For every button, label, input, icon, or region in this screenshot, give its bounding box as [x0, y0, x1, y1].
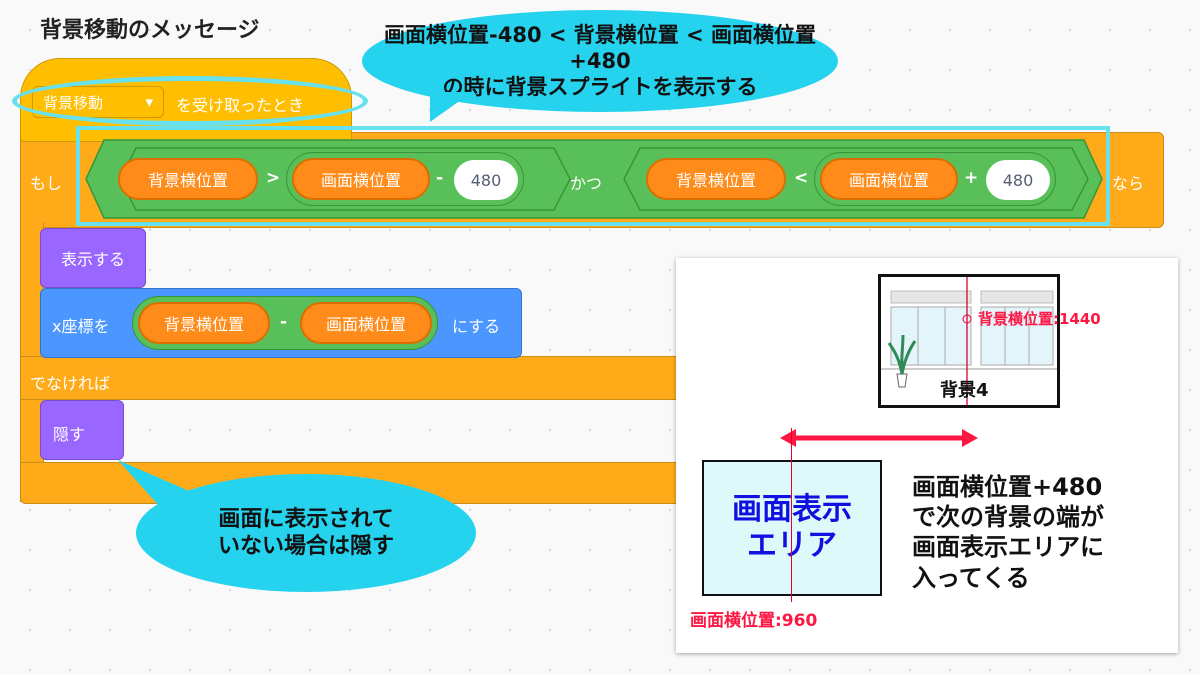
lt-operator: <	[794, 168, 809, 188]
and-label: かつ	[570, 174, 603, 193]
screen-x-reporter-3[interactable]: 画面横位置	[300, 302, 432, 344]
offset-arrow	[780, 429, 978, 447]
explanation-text: 画面横位置+480 で次の背景の端が 画面表示エリアに 入ってくる	[912, 472, 1104, 593]
explanation-line-3: 画面表示エリアに	[912, 533, 1104, 562]
background-label: 背景4	[940, 380, 989, 401]
screen-position-label: 画面横位置:960	[690, 611, 818, 631]
background-position-label: 背景横位置:1440	[978, 310, 1101, 328]
plus-operator: +	[964, 168, 979, 188]
hide-block[interactable]: 隠す	[40, 400, 124, 460]
bottom-callout-line-2: いない場合は隠す	[217, 534, 394, 559]
minus-operator-2: -	[280, 312, 288, 332]
page-title: 背景移動のメッセージ	[40, 18, 260, 43]
else-label: でなければ	[30, 374, 111, 393]
show-block[interactable]: 表示する	[40, 228, 146, 288]
bottom-callout-line-1: 画面に表示されて	[218, 506, 394, 532]
gt-operator: >	[266, 168, 281, 188]
callout-line-2: の時に背景スプライトを表示する	[442, 75, 758, 100]
bg-x-reporter[interactable]: 背景横位置	[118, 158, 258, 200]
number-input-right[interactable]: 480	[986, 160, 1050, 200]
explanation-panel: 背景4 背景横位置:1440 画面表示 エリア 画面横位置:960 画面横位置+…	[676, 258, 1178, 653]
explanation-line-2: で次の背景の端が	[912, 503, 1104, 532]
bg-x-reporter-2[interactable]: 背景横位置	[646, 158, 786, 200]
callout-pointer	[430, 92, 472, 122]
screen-center-line	[791, 428, 793, 602]
screen-x-reporter[interactable]: 画面横位置	[292, 158, 430, 200]
number-input-left[interactable]: 480	[454, 160, 518, 200]
hide-callout: 画面に表示されて いない場合は隠す	[136, 474, 476, 592]
hat-highlight-ellipse	[12, 76, 368, 126]
set-x-label: x座標を	[52, 317, 110, 336]
if-label: もし	[30, 174, 63, 193]
minus-operator: -	[436, 168, 444, 188]
then-label: なら	[1112, 174, 1145, 193]
explanation-line-4: 入ってくる	[912, 563, 1030, 592]
callout-line-1: 画面横位置-480 < 背景横位置 < 画面横位置+480	[384, 22, 816, 73]
set-x-suffix: にする	[452, 317, 501, 336]
explanation-line-1: 画面横位置+480	[912, 473, 1103, 501]
screen-x-reporter-2[interactable]: 画面横位置	[820, 158, 958, 200]
bg-x-reporter-3[interactable]: 背景横位置	[138, 302, 270, 344]
